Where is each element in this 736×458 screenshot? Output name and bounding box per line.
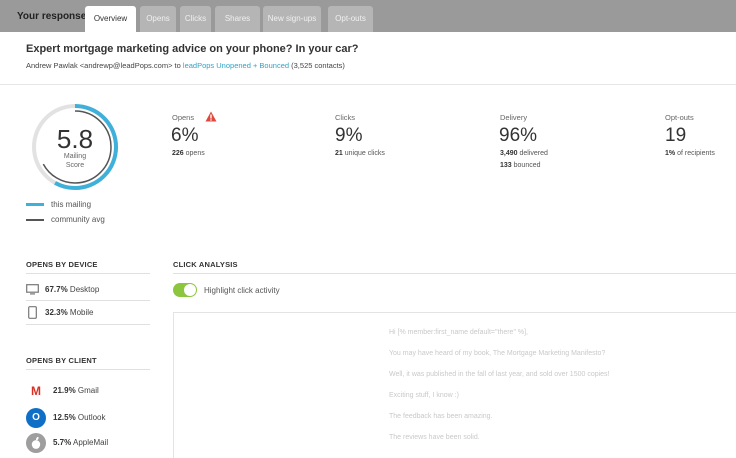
tab-new-signups[interactable]: New sign-ups: [263, 6, 321, 32]
device-heading-divider: [26, 273, 150, 274]
mobile-icon: [28, 306, 37, 319]
this-mailing-legend: this mailing: [51, 200, 92, 209]
delivered-count: 3,490: [500, 150, 518, 157]
gmail-icon: M: [26, 381, 46, 401]
to-word: to: [174, 61, 181, 70]
mailing-score-label: Mailing Score: [29, 152, 121, 170]
client-gmail: 21.9% Gmail: [53, 386, 99, 395]
opens-by-device-heading: OPENS BY DEVICE: [26, 260, 98, 269]
sender-address: Andrew Pawlak <andrewp@leadPops.com>: [26, 61, 173, 70]
bounced-text: bounced: [513, 162, 541, 169]
bounced-count: 133: [500, 162, 512, 169]
client-outlook: 12.5% Outlook: [53, 413, 106, 422]
delivered-stat-sub: 3,490 delivered: [500, 150, 548, 157]
optouts-pct: 1%: [665, 150, 676, 157]
tab-shares[interactable]: Shares: [215, 6, 260, 32]
apple-glyph: [31, 436, 41, 449]
clicks-stat-value: 9%: [335, 125, 363, 146]
delivered-text: delivered: [519, 150, 548, 157]
desktop-label: Desktop: [69, 285, 100, 294]
warning-icon[interactable]: [205, 111, 217, 122]
gmail-pct: 21.9%: [53, 386, 76, 395]
optouts-stat-value: 19: [665, 125, 687, 146]
tab-opens[interactable]: Opens: [140, 6, 176, 32]
applemail-pct: 5.7%: [53, 438, 72, 447]
tab-clicks[interactable]: Clicks: [180, 6, 211, 32]
tab-optouts[interactable]: Opt-outs: [328, 6, 373, 32]
mailing-score-label-line2: Score: [65, 162, 85, 169]
your-response-heading: Your response: [17, 11, 87, 22]
device-desktop: 67.7% Desktop: [45, 285, 99, 294]
client-applemail: 5.7% AppleMail: [53, 438, 108, 447]
clicks-stat-sub: 21 unique clicks: [335, 150, 385, 157]
clicks-count-text: unique clicks: [344, 150, 385, 157]
list-link[interactable]: leadPops Unopened + Bounced: [183, 61, 289, 70]
outlook-label: Outlook: [77, 413, 106, 422]
tab-overview[interactable]: Overview: [85, 6, 136, 32]
preview-line-5: The feedback has been amazing.: [389, 413, 493, 420]
delivery-stat-value: 96%: [499, 125, 538, 146]
desktop-pct: 67.7%: [45, 285, 68, 294]
preview-line-1: Hi [% member:first_name default="there" …: [389, 329, 528, 336]
opens-count: 226: [172, 150, 184, 157]
highlight-click-label: Highlight click activity: [204, 286, 280, 295]
apple-icon: [26, 433, 46, 453]
bounced-stat-sub: 133 bounced: [500, 162, 541, 169]
click-analysis-divider: [173, 273, 736, 274]
campaign-subject: Expert mortgage marketing advice on your…: [26, 43, 359, 55]
highlight-click-toggle[interactable]: [173, 283, 197, 297]
device-row-divider: [26, 300, 150, 301]
gmail-label: Gmail: [77, 386, 99, 395]
opens-stat-label: Opens: [172, 113, 195, 122]
opens-stat-sub: 226 opens: [172, 150, 205, 157]
mailing-score-label-line1: Mailing: [63, 153, 87, 160]
delivery-stat-label: Delivery: [500, 113, 528, 122]
desktop-icon: [26, 284, 39, 295]
preview-line-6: The reviews have been solid.: [389, 434, 480, 441]
opens-by-client-heading: OPENS BY CLIENT: [26, 356, 97, 365]
campaign-sender-line: Andrew Pawlak <andrewp@leadPops.com> to …: [26, 61, 345, 70]
device-mobile: 32.3% Mobile: [45, 308, 94, 317]
header-divider: [0, 84, 736, 85]
mailing-score-value: 5.8: [56, 124, 94, 154]
clicks-count: 21: [335, 150, 343, 157]
clicks-stat-label: Clicks: [335, 113, 355, 122]
opens-count-text: opens: [185, 150, 205, 157]
preview-line-3: Well, it was published in the fall of la…: [389, 371, 610, 378]
mobile-label: Mobile: [69, 308, 94, 317]
mobile-pct: 32.3%: [45, 308, 68, 317]
optouts-stat-label: Opt-outs: [665, 113, 694, 122]
click-analysis-heading: CLICK ANALYSIS: [173, 260, 238, 269]
client-heading-divider: [26, 369, 150, 370]
toggle-knob: [184, 284, 196, 296]
optouts-pct-text: of recipients: [677, 150, 715, 157]
preview-line-4: Exciting stuff, I know :): [389, 392, 459, 399]
opens-stat-value: 6%: [171, 125, 199, 146]
community-avg-swatch: [26, 219, 44, 221]
applemail-label: AppleMail: [73, 438, 109, 447]
outlook-pct: 12.5%: [53, 413, 76, 422]
device-bottom-divider: [26, 324, 150, 325]
preview-line-2: You may have heard of my book, The Mortg…: [389, 350, 606, 357]
this-mailing-swatch: [26, 203, 44, 206]
community-avg-legend: community avg: [51, 215, 105, 224]
outlook-icon: O: [26, 408, 46, 428]
optouts-stat-sub: 1% of recipients: [665, 150, 715, 157]
contacts-count: (3,525 contacts): [291, 61, 345, 70]
